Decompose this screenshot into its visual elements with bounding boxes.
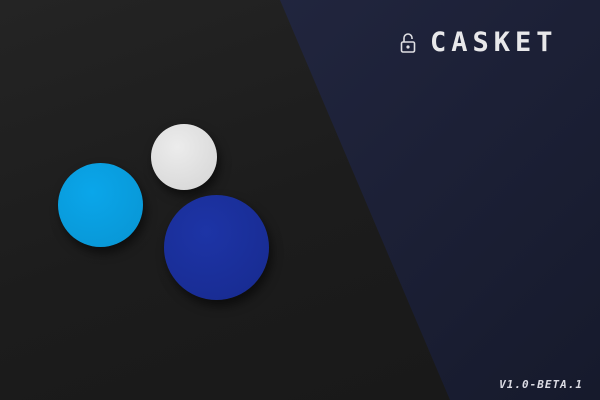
brand-header: CASKET [400, 27, 558, 58]
version-label: V1.0-BETA.1 [499, 378, 583, 391]
unlocked-padlock-icon [400, 32, 416, 53]
app-title: CASKET [430, 27, 558, 58]
white-circle [151, 124, 217, 190]
cyan-circle [58, 163, 143, 247]
blue-circle [164, 195, 269, 300]
